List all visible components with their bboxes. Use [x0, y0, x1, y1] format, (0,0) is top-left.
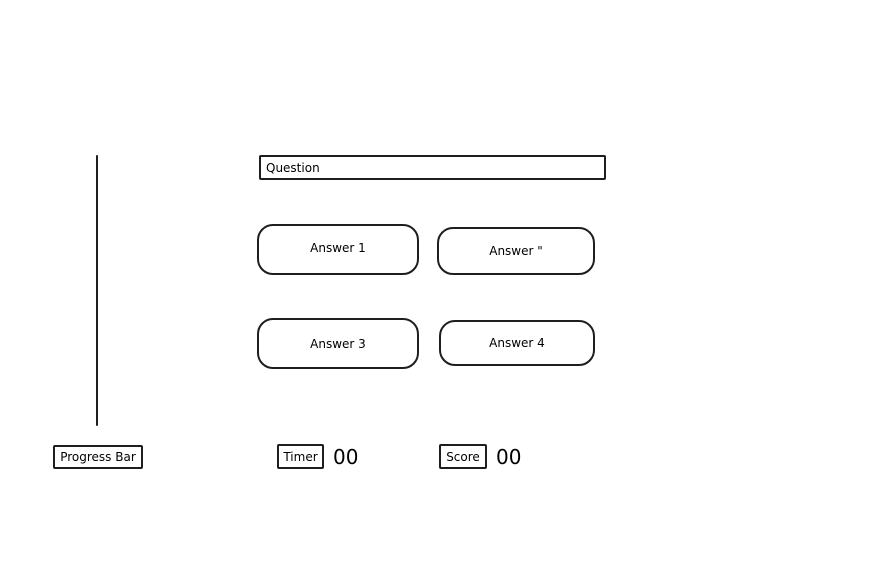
- progress-bar-label: Progress Bar: [60, 450, 136, 464]
- score-label: Score: [446, 449, 480, 464]
- score-value: 00: [496, 445, 522, 469]
- timer-label: Timer: [283, 449, 318, 464]
- timer-label-box: Timer: [277, 444, 324, 469]
- answer-3-label: Answer 3: [310, 336, 366, 351]
- answer-1-label: Answer 1: [310, 240, 366, 255]
- answer-4-label: Answer 4: [489, 336, 545, 350]
- question-box: Question: [259, 155, 606, 180]
- answer-2-button[interactable]: Answer ": [437, 227, 595, 275]
- answer-2-label: Answer ": [489, 244, 543, 258]
- question-label: Question: [266, 160, 320, 175]
- answer-4-button[interactable]: Answer 4: [439, 320, 595, 366]
- answer-1-button[interactable]: Answer 1: [257, 224, 419, 275]
- progress-bar-line: [96, 155, 98, 426]
- timer-value: 00: [333, 445, 359, 469]
- score-label-box: Score: [439, 444, 487, 469]
- progress-bar-label-box: Progress Bar: [53, 445, 143, 469]
- answer-3-button[interactable]: Answer 3: [257, 318, 419, 369]
